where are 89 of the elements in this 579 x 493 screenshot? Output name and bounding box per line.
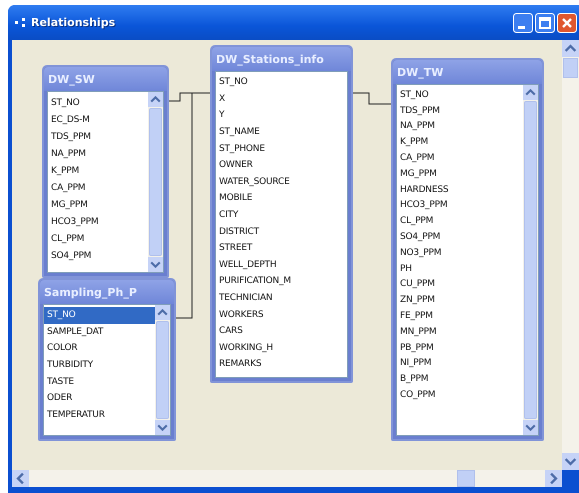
- scrollbar[interactable]: [155, 305, 170, 435]
- field-item[interactable]: ZN_PPM: [397, 292, 523, 308]
- field-item[interactable]: PB_PPM: [397, 340, 523, 356]
- field-item[interactable]: Y: [216, 107, 347, 124]
- field-item[interactable]: MG_PPM: [48, 196, 148, 213]
- field-item[interactable]: CITY: [216, 206, 347, 224]
- field-item[interactable]: HCO3_PPM: [397, 198, 523, 214]
- field-item[interactable]: K_PPM: [397, 134, 523, 150]
- field-item[interactable]: NA_PPM: [397, 118, 523, 134]
- field-item[interactable]: CL_PPM: [48, 230, 148, 247]
- field-item[interactable]: ST_PHONE: [216, 140, 347, 157]
- field-item[interactable]: WELL_DEPTH: [216, 256, 347, 274]
- field-item[interactable]: MG_PPM: [397, 166, 523, 182]
- table-window[interactable]: Sampling_Ph_P ST_NO SAMPLE_DAT COLOR TURBIDITY TASTE ODER TEMPERATUR: [38, 278, 176, 441]
- scroll-up-icon[interactable]: [523, 85, 538, 100]
- table-name: DW_SW: [48, 72, 95, 86]
- field-item[interactable]: PURIFICATION_M: [216, 273, 347, 290]
- scroll-down-icon[interactable]: [148, 257, 163, 272]
- field-item[interactable]: CA_PPM: [397, 150, 523, 166]
- field-item[interactable]: NA_PPM: [48, 145, 148, 162]
- scroll-down-icon[interactable]: [523, 420, 538, 435]
- field-item[interactable]: CU_PPM: [397, 276, 523, 292]
- field-item[interactable]: ST_NO: [48, 94, 148, 111]
- field-item[interactable]: ST_NAME: [216, 124, 347, 140]
- scroll-thumb[interactable]: [156, 321, 169, 419]
- field-item[interactable]: K_PPM: [48, 162, 148, 179]
- field-item[interactable]: CL_PPM: [397, 213, 523, 230]
- table-name: Sampling_Ph_P: [44, 286, 137, 298]
- field-item[interactable]: CO_PPM: [397, 387, 523, 403]
- scroll-down-icon[interactable]: [562, 453, 579, 470]
- scroll-down-icon[interactable]: [155, 420, 170, 435]
- field-item[interactable]: TASTE: [44, 373, 155, 390]
- field-item[interactable]: DISTRICT: [216, 223, 347, 240]
- scroll-thumb[interactable]: [563, 58, 578, 78]
- field-item[interactable]: X: [216, 90, 347, 108]
- scroll-thumb[interactable]: [457, 470, 475, 487]
- scroll-up-icon[interactable]: [148, 92, 163, 107]
- table-name: DW_Stations_info: [216, 52, 324, 66]
- field-item[interactable]: PH: [397, 260, 523, 277]
- scroll-up-icon[interactable]: [562, 40, 579, 57]
- field-item[interactable]: FE_PPM: [397, 308, 523, 324]
- scrollbar[interactable]: [523, 85, 538, 435]
- scroll-left-icon[interactable]: [12, 470, 29, 487]
- field-item[interactable]: MOBILE: [216, 190, 347, 207]
- horizontal-scrollbar[interactable]: [12, 470, 562, 487]
- field-item[interactable]: TEMPERATUR: [44, 406, 155, 424]
- scrollbar[interactable]: [148, 92, 163, 272]
- field-item[interactable]: ST_NO: [44, 307, 155, 324]
- field-item[interactable]: EC_DS-M: [48, 111, 148, 128]
- close-icon[interactable]: [557, 12, 577, 32]
- field-item[interactable]: TECHNICIAN: [216, 290, 347, 306]
- field-item[interactable]: SAMPLE_DAT: [44, 324, 155, 340]
- field-item[interactable]: WORKING_H: [216, 340, 347, 356]
- scroll-up-icon[interactable]: [155, 305, 170, 320]
- field-item[interactable]: MN_PPM: [397, 324, 523, 340]
- field-item[interactable]: NO3_PPM: [397, 244, 523, 261]
- field-item[interactable]: CA_PPM: [48, 179, 148, 196]
- table-name: DW_TW: [397, 66, 444, 78]
- field-item[interactable]: WORKERS: [216, 306, 347, 323]
- window-title: Relationships: [31, 16, 116, 29]
- field-item[interactable]: STREET: [216, 240, 347, 257]
- minimize-icon[interactable]: [513, 12, 533, 32]
- scroll-thumb[interactable]: [524, 101, 537, 419]
- field-item[interactable]: B_PPM: [397, 371, 523, 388]
- table-window[interactable]: DW_Stations_info ST_NO X Y ST_NAME ST_PHONE OWNER WATER_SOURCE MOBILE CITY DISTRICT STREET WELL_DEPTH PURIFICATION_M TECHNICIAN WORKERS CARS WORKING_H REMARKS: [210, 45, 353, 383]
- field-item[interactable]: WATER_SOURCE: [216, 174, 347, 190]
- field-item[interactable]: REMARKS: [216, 356, 347, 373]
- field-item[interactable]: TDS_PPM: [48, 128, 148, 145]
- field-item[interactable]: SO4_PPM: [48, 247, 148, 264]
- field-item[interactable]: ST_NO: [397, 87, 523, 103]
- field-item[interactable]: OWNER: [216, 156, 347, 174]
- relationships-icon: [14, 16, 28, 28]
- field-item[interactable]: COLOR: [44, 340, 155, 357]
- table-window[interactable]: DW_TW ST_NO TDS_PPM NA_PPM K_PPM CA_PPM MG_PPM HARDNESS HCO3_PPM CL_PPM SO4_PPM NO3_PPM PH CU_PPM ZN_PPM FE_PPM MN_PPM PB_PPM NI_PPM B_PPM CO_PPM: [391, 58, 544, 441]
- scroll-thumb[interactable]: [149, 108, 162, 256]
- maximize-icon[interactable]: [535, 12, 555, 32]
- scroll-right-icon[interactable]: [545, 470, 562, 487]
- vertical-scrollbar[interactable]: [562, 40, 579, 470]
- field-item[interactable]: NI_PPM: [397, 356, 523, 372]
- relationship-line: [352, 92, 392, 104]
- field-item[interactable]: ST_NO: [216, 74, 347, 91]
- table-window[interactable]: DW_SW ST_NO EC_DS-M TDS_PPM NA_PPM K_PPM CA_PPM MG_PPM HCO3_PPM CL_PPM SO4_PPM: [42, 65, 169, 278]
- field-item[interactable]: HARDNESS: [397, 182, 523, 198]
- field-item[interactable]: CARS: [216, 322, 347, 340]
- field-item[interactable]: TDS_PPM: [397, 102, 523, 119]
- field-item[interactable]: SO4_PPM: [397, 229, 523, 245]
- field-item[interactable]: TURBIDITY: [44, 356, 155, 374]
- field-item[interactable]: HCO3_PPM: [48, 213, 148, 230]
- field-item[interactable]: ODER: [44, 390, 155, 407]
